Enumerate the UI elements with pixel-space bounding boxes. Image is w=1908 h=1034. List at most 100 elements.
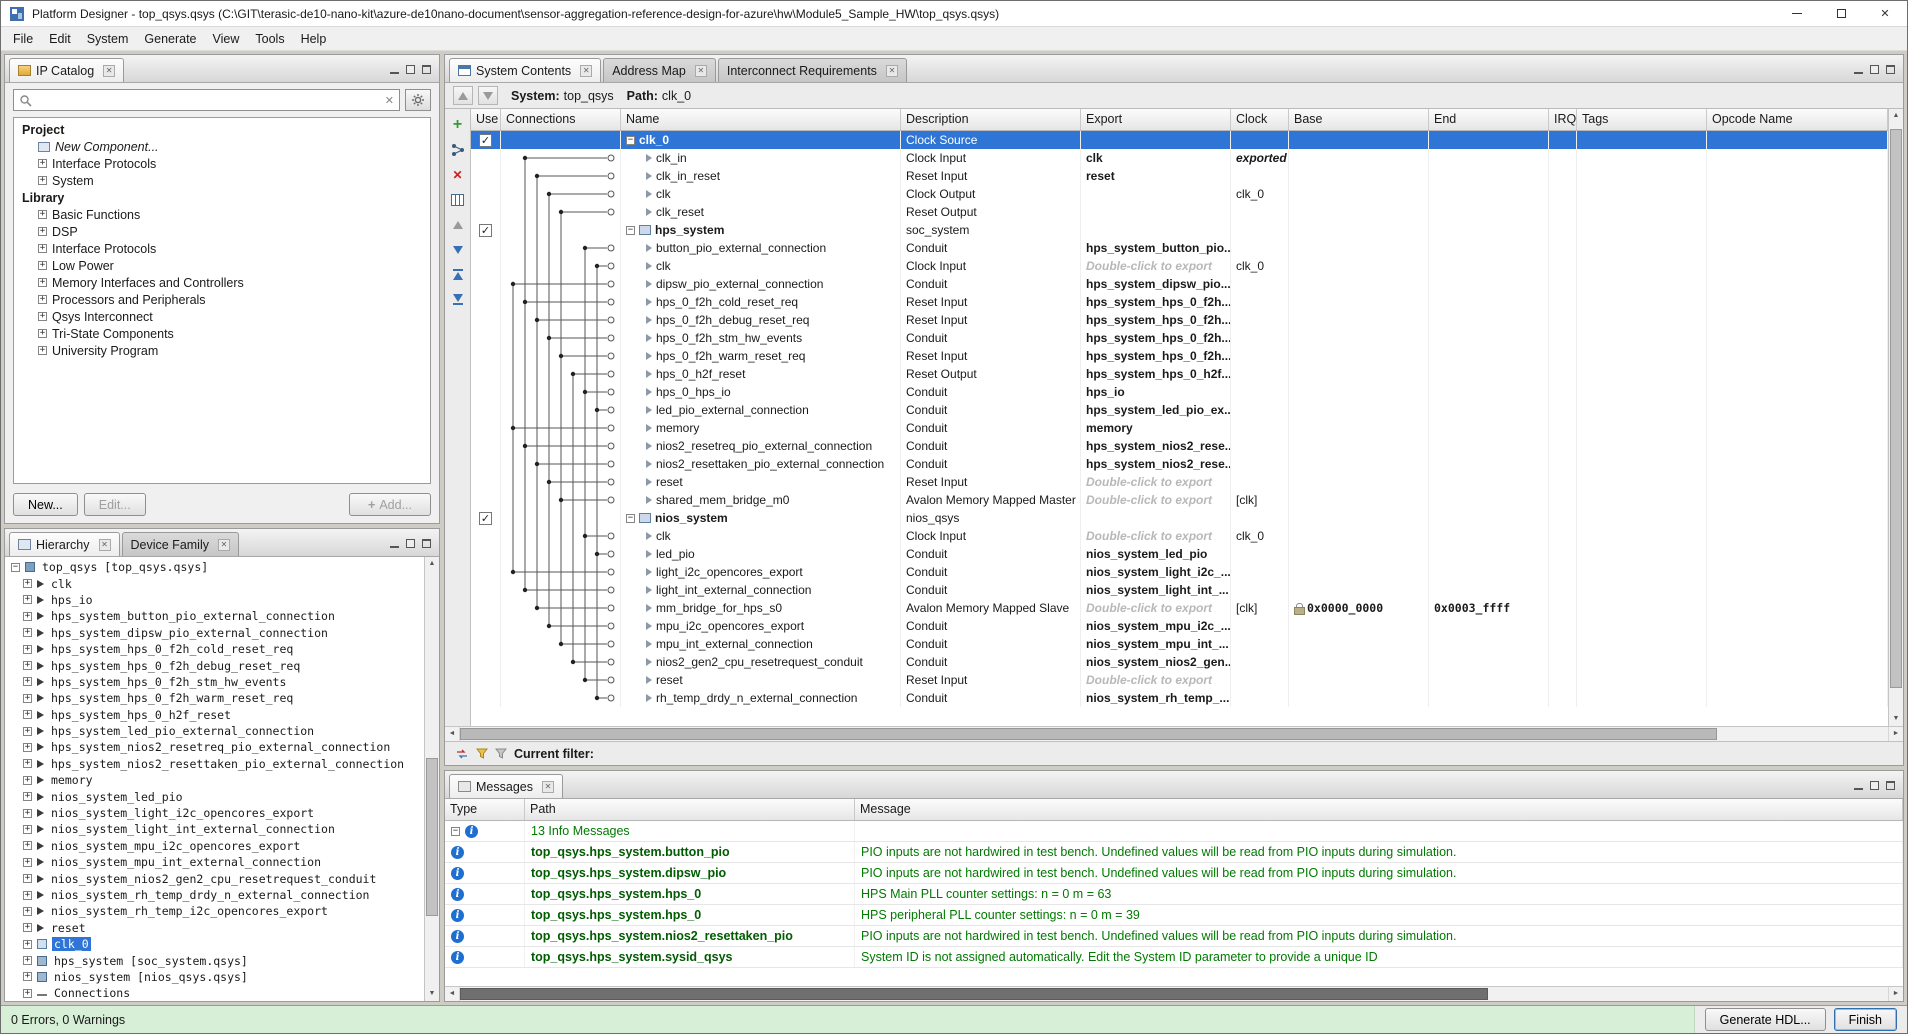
export-cell[interactable]: memory — [1081, 419, 1231, 437]
float-panel-icon[interactable] — [1870, 781, 1879, 790]
name-cell[interactable]: −hps_system — [621, 221, 901, 239]
base-cell[interactable] — [1289, 239, 1429, 257]
hierarchy-item[interactable]: +nios_system_led_pio — [7, 788, 424, 804]
clock-cell[interactable] — [1231, 617, 1289, 635]
tab-device-family[interactable]: Device Family ✕ — [122, 532, 240, 556]
base-cell[interactable] — [1289, 653, 1429, 671]
clock-cell[interactable]: clk_0 — [1231, 527, 1289, 545]
add-button[interactable]: +Add... — [349, 493, 431, 516]
hierarchy-item[interactable]: +nios_system_light_i2c_opencores_export — [7, 805, 424, 821]
column-header-irq[interactable]: IRQ — [1549, 109, 1577, 130]
expand-icon[interactable]: + — [23, 628, 32, 637]
ip-item[interactable]: +DSP — [14, 223, 430, 240]
base-cell[interactable] — [1289, 617, 1429, 635]
clock-cell[interactable] — [1231, 653, 1289, 671]
expand-icon[interactable]: + — [38, 176, 47, 185]
expand-icon[interactable]: + — [23, 891, 32, 900]
table-horizontal-scrollbar[interactable]: ◄ ► — [445, 726, 1903, 741]
close-icon[interactable]: ✕ — [218, 539, 230, 551]
table-row-hps_0_f2h_debug_reset_req[interactable]: hps_0_f2h_debug_reset_reqReset Inputhps_… — [471, 311, 1888, 329]
name-cell[interactable]: rh_temp_drdy_n_external_connection — [621, 689, 901, 707]
filter-gray-icon[interactable] — [495, 748, 507, 759]
expand-icon[interactable]: + — [38, 261, 47, 270]
connections-cell[interactable] — [501, 221, 621, 239]
name-cell[interactable]: clk — [621, 185, 901, 203]
table-row-hps_0_hps_io[interactable]: hps_0_hps_ioConduithps_io — [471, 383, 1888, 401]
name-cell[interactable]: mm_bridge_for_hps_s0 — [621, 599, 901, 617]
export-cell[interactable]: hps_system_hps_0_f2h... — [1081, 311, 1231, 329]
hierarchy-item[interactable]: +hps_system_hps_0_f2h_cold_reset_req — [7, 641, 424, 657]
collapse-icon[interactable]: − — [626, 514, 635, 523]
base-cell[interactable] — [1289, 581, 1429, 599]
menu-view[interactable]: View — [205, 29, 248, 49]
table-row-clk_in[interactable]: clk_inClock Inputclkexported — [471, 149, 1888, 167]
filter-columns-button[interactable] — [449, 192, 467, 207]
column-header-base[interactable]: Base — [1289, 109, 1429, 130]
export-cell[interactable]: hps_io — [1081, 383, 1231, 401]
connections-cell[interactable] — [501, 329, 621, 347]
hierarchy-item[interactable]: +memory — [7, 772, 424, 788]
connections-cell[interactable] — [501, 617, 621, 635]
table-row-nios_system[interactable]: ✓−nios_systemnios_qsys — [471, 509, 1888, 527]
expand-icon[interactable]: + — [23, 989, 32, 998]
hierarchy-item[interactable]: +reset — [7, 920, 424, 936]
clock-cell[interactable] — [1231, 311, 1289, 329]
scroll-track[interactable] — [1889, 123, 1903, 712]
scroll-down-icon[interactable]: ▼ — [425, 987, 439, 1001]
expand-icon[interactable]: + — [38, 295, 47, 304]
maximize-panel-icon[interactable] — [1886, 65, 1895, 74]
tab-messages[interactable]: Messages ✕ — [449, 774, 563, 798]
export-cell[interactable]: nios_system_light_int_... — [1081, 581, 1231, 599]
scroll-track[interactable] — [460, 987, 1888, 1001]
ip-item[interactable]: +Basic Functions — [14, 206, 430, 223]
hierarchy-item[interactable]: +hps_system_button_pio_external_connecti… — [7, 608, 424, 624]
export-cell[interactable]: Double-click to export — [1081, 527, 1231, 545]
base-cell[interactable] — [1289, 167, 1429, 185]
name-cell[interactable]: nios2_gen2_cpu_resetrequest_conduit — [621, 653, 901, 671]
connections-button[interactable] — [449, 142, 467, 157]
connections-cell[interactable] — [501, 293, 621, 311]
column-header-description[interactable]: Description — [901, 109, 1081, 130]
expand-icon[interactable]: + — [23, 710, 32, 719]
table-row-nios2_resettaken_pio_external_connection[interactable]: nios2_resettaken_pio_external_connection… — [471, 455, 1888, 473]
connections-cell[interactable] — [501, 167, 621, 185]
hierarchy-item[interactable]: +hps_system_hps_0_h2f_reset — [7, 707, 424, 723]
name-cell[interactable]: hps_0_hps_io — [621, 383, 901, 401]
clock-cell[interactable] — [1231, 329, 1289, 347]
base-cell[interactable] — [1289, 185, 1429, 203]
base-cell[interactable] — [1289, 203, 1429, 221]
scroll-right-icon[interactable]: ► — [1888, 727, 1903, 741]
export-cell[interactable]: reset — [1081, 167, 1231, 185]
base-cell[interactable] — [1289, 149, 1429, 167]
name-cell[interactable]: nios2_resettaken_pio_external_connection — [621, 455, 901, 473]
expand-icon[interactable]: + — [38, 329, 47, 338]
clock-cell[interactable]: clk_0 — [1231, 257, 1289, 275]
base-cell[interactable] — [1289, 419, 1429, 437]
clock-cell[interactable]: clk_0 — [1231, 185, 1289, 203]
name-cell[interactable]: led_pio_external_connection — [621, 401, 901, 419]
table-row-hps_0_h2f_reset[interactable]: hps_0_h2f_resetReset Outputhps_system_hp… — [471, 365, 1888, 383]
connections-cell[interactable] — [501, 671, 621, 689]
message-row[interactable]: itop_qsys.hps_system.dipsw_pioPIO inputs… — [445, 863, 1903, 884]
export-cell[interactable]: hps_system_nios2_rese... — [1081, 437, 1231, 455]
connections-cell[interactable] — [501, 185, 621, 203]
column-header-connections[interactable]: Connections — [501, 109, 621, 130]
expand-icon[interactable]: + — [23, 923, 32, 932]
expand-icon[interactable]: + — [23, 595, 32, 604]
expand-icon[interactable]: + — [38, 244, 47, 253]
table-row-clk[interactable]: clkClock InputDouble-click to exportclk_… — [471, 257, 1888, 275]
column-header-end[interactable]: End — [1429, 109, 1549, 130]
name-cell[interactable]: clk_in — [621, 149, 901, 167]
connections-cell[interactable] — [501, 383, 621, 401]
column-header-name[interactable]: Name — [621, 109, 901, 130]
export-cell[interactable]: nios_system_mpu_int_... — [1081, 635, 1231, 653]
export-cell[interactable]: nios_system_light_i2c_... — [1081, 563, 1231, 581]
hierarchy-item[interactable]: +nios_system [nios_qsys.qsys] — [7, 969, 424, 985]
hierarchy-item[interactable]: +clk — [7, 575, 424, 591]
table-vertical-scrollbar[interactable]: ▲ ▼ — [1888, 109, 1903, 726]
menu-system[interactable]: System — [79, 29, 137, 49]
menu-edit[interactable]: Edit — [41, 29, 79, 49]
expand-icon[interactable]: + — [23, 956, 32, 965]
name-cell[interactable]: memory — [621, 419, 901, 437]
table-row-light_int_external_connection[interactable]: light_int_external_connectionConduitnios… — [471, 581, 1888, 599]
